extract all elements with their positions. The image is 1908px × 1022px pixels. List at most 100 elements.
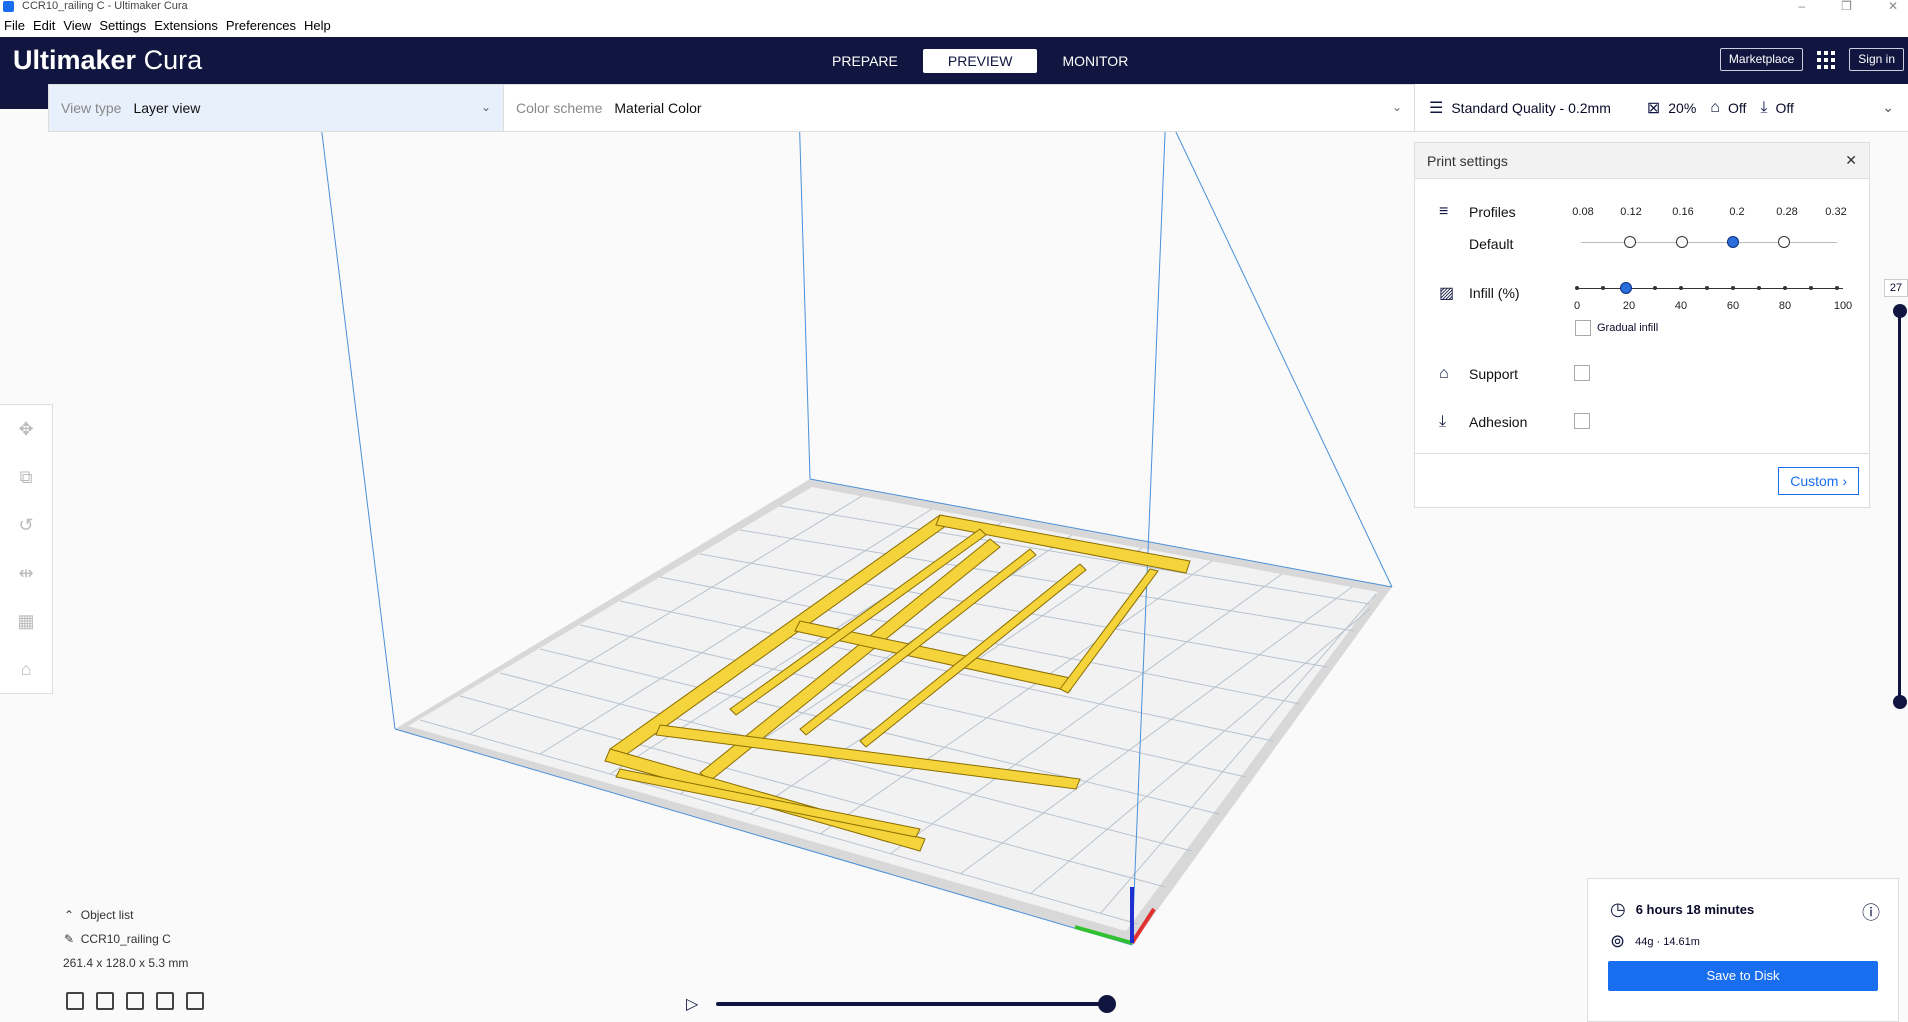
view-type-dropdown[interactable]: View type Layer view ⌄: [49, 85, 504, 131]
adhesion-icon: ⤓: [1760, 98, 1768, 116]
infill-row-label: ▨ Infill (%): [1439, 283, 1520, 303]
profiles-label: Profiles: [1469, 204, 1516, 220]
view-left-icon[interactable]: [156, 992, 174, 1010]
profile-tick-label: 0.12: [1620, 206, 1642, 218]
tab-monitor[interactable]: MONITOR: [1037, 49, 1153, 73]
color-scheme-value: Material Color: [614, 100, 702, 116]
default-profile-label: Default: [1469, 236, 1514, 252]
minimize-button[interactable]: –: [1798, 0, 1805, 12]
color-scheme-dropdown[interactable]: Color scheme Material Color ⌄: [504, 85, 1414, 131]
pencil-icon: ✎: [64, 932, 81, 946]
layer-slider-top-handle[interactable]: [1893, 304, 1907, 318]
profile-knob-0.16[interactable]: [1676, 236, 1688, 248]
profile-knob-0.2[interactable]: [1727, 236, 1739, 248]
profile-tick-label: 0.2: [1729, 206, 1745, 218]
print-settings-summary[interactable]: ☰ Standard Quality - 0.2mm ⊠ 20% ⌂ Off ⤓…: [1414, 84, 1908, 132]
support-checkbox[interactable]: [1574, 365, 1590, 381]
support-blocker-icon[interactable]: ⌂: [0, 645, 52, 693]
custom-settings-button[interactable]: Custom ›: [1778, 467, 1859, 495]
chevron-down-icon: ⌄: [480, 100, 491, 114]
layer-number-label: 27: [1884, 279, 1908, 297]
menu-file[interactable]: File: [0, 18, 29, 33]
infill-icon: ▨: [1439, 285, 1455, 302]
tab-preview[interactable]: PREVIEW: [922, 49, 1038, 73]
view-3d-icon[interactable]: [66, 992, 84, 1010]
menu-view[interactable]: View: [59, 18, 95, 33]
infill-summary: ⊠ 20%: [1647, 98, 1696, 118]
infill-tick-label: 20: [1622, 300, 1636, 312]
close-icon[interactable]: ✕: [1845, 152, 1857, 169]
profile-knob-0.28[interactable]: [1778, 236, 1790, 248]
infill-slider-handle[interactable]: [1620, 282, 1632, 294]
print-estimate-panel: ◷ 6 hours 18 minutes ⓘ ⊚ 44g · 14.61m Sa…: [1587, 878, 1899, 1022]
gradual-infill-checkbox[interactable]: [1575, 320, 1591, 336]
simulation-handle[interactable]: [1098, 995, 1116, 1013]
camera-view-buttons: [66, 992, 204, 1010]
menu-edit[interactable]: Edit: [29, 18, 59, 33]
support-summary-text: Off: [1727, 99, 1747, 116]
adhesion-summary-text: Off: [1775, 99, 1794, 116]
rotate-tool-icon[interactable]: ↺: [0, 501, 52, 549]
menu-settings[interactable]: Settings: [95, 18, 150, 33]
view-options-bar: View type Layer view ⌄ Color scheme Mate…: [48, 84, 1415, 132]
scale-tool-icon[interactable]: ⧉: [0, 453, 52, 501]
adhesion-checkbox[interactable]: [1574, 413, 1590, 429]
play-icon[interactable]: ▷: [686, 994, 698, 1014]
material-usage: 44g · 14.61m: [1635, 935, 1700, 948]
tab-prepare[interactable]: PREPARE: [807, 49, 923, 73]
simulation-track[interactable]: [716, 1002, 1106, 1006]
panel-divider: [1415, 453, 1869, 454]
profile-tick-label: 0.08: [1572, 206, 1594, 218]
view-front-icon[interactable]: [96, 992, 114, 1010]
infill-tick-label: 60: [1726, 300, 1740, 312]
support-icon: ⌂: [1710, 98, 1720, 116]
adhesion-icon: ⤓: [1439, 413, 1447, 430]
infill-tick-label: 40: [1674, 300, 1688, 312]
object-list-item[interactable]: ✎ CCR10_railing C: [64, 932, 188, 946]
material-row: ⊚ 44g · 14.61m: [1610, 931, 1700, 952]
profile-summary-text: Standard Quality - 0.2mm: [1451, 99, 1611, 116]
apps-grid-icon[interactable]: [1817, 50, 1836, 69]
window-title: CCR10_railing C - Ultimaker Cura: [22, 0, 188, 12]
app-logo: Ultimaker Cura: [13, 45, 202, 76]
object-list-panel: ⌃ Object list ✎ CCR10_railing C 261.4 x …: [63, 908, 188, 980]
menu-extensions[interactable]: Extensions: [150, 18, 222, 33]
infill-tick-label: 100: [1833, 300, 1853, 312]
support-row-label: ⌂ Support: [1439, 365, 1518, 383]
close-window-button[interactable]: ✕: [1888, 0, 1898, 12]
infill-tick-label: 80: [1778, 300, 1792, 312]
view-top-icon[interactable]: [126, 992, 144, 1010]
save-to-disk-button[interactable]: Save to Disk: [1608, 961, 1878, 991]
move-tool-icon[interactable]: ✥: [0, 405, 52, 453]
chevron-down-icon: ⌄: [1391, 100, 1402, 114]
chevron-down-icon: ⌄: [1882, 99, 1894, 115]
view-right-icon[interactable]: [186, 992, 204, 1010]
mirror-tool-icon[interactable]: ⇹: [0, 549, 52, 597]
object-list-toggle[interactable]: ⌃ Object list: [64, 908, 188, 922]
stage-tabs: PREPARE PREVIEW MONITOR: [807, 49, 1153, 73]
menu-preferences[interactable]: Preferences: [222, 18, 300, 33]
object-list-header: Object list: [80, 908, 134, 922]
profile-knob-0.12[interactable]: [1624, 236, 1636, 248]
infill-slider-track[interactable]: [1577, 288, 1843, 289]
layer-slider[interactable]: [1890, 301, 1908, 711]
infill-label: Infill (%): [1469, 285, 1520, 301]
marketplace-button[interactable]: Marketplace: [1719, 48, 1804, 71]
print-time: 6 hours 18 minutes: [1635, 902, 1755, 917]
per-model-settings-icon[interactable]: ▦: [0, 597, 52, 645]
menu-help[interactable]: Help: [300, 18, 335, 33]
custom-button-label: Custom: [1790, 473, 1839, 489]
sliders-icon: ☰: [1429, 99, 1444, 117]
layer-slider-bottom-handle[interactable]: [1893, 695, 1907, 709]
view-type-value: Layer view: [133, 100, 201, 116]
adhesion-label: Adhesion: [1469, 414, 1528, 430]
chevron-right-icon: ›: [1842, 473, 1847, 489]
support-icon: ⌂: [1439, 365, 1449, 382]
print-time-row: ◷ 6 hours 18 minutes: [1610, 899, 1754, 920]
maximize-button[interactable]: ❐: [1841, 0, 1852, 12]
adhesion-summary: ⤓ Off: [1760, 99, 1794, 117]
sign-in-button[interactable]: Sign in: [1849, 48, 1904, 71]
profile-slider-track[interactable]: [1581, 242, 1837, 243]
print-settings-title: Print settings: [1427, 152, 1508, 169]
info-icon[interactable]: ⓘ: [1862, 899, 1880, 925]
